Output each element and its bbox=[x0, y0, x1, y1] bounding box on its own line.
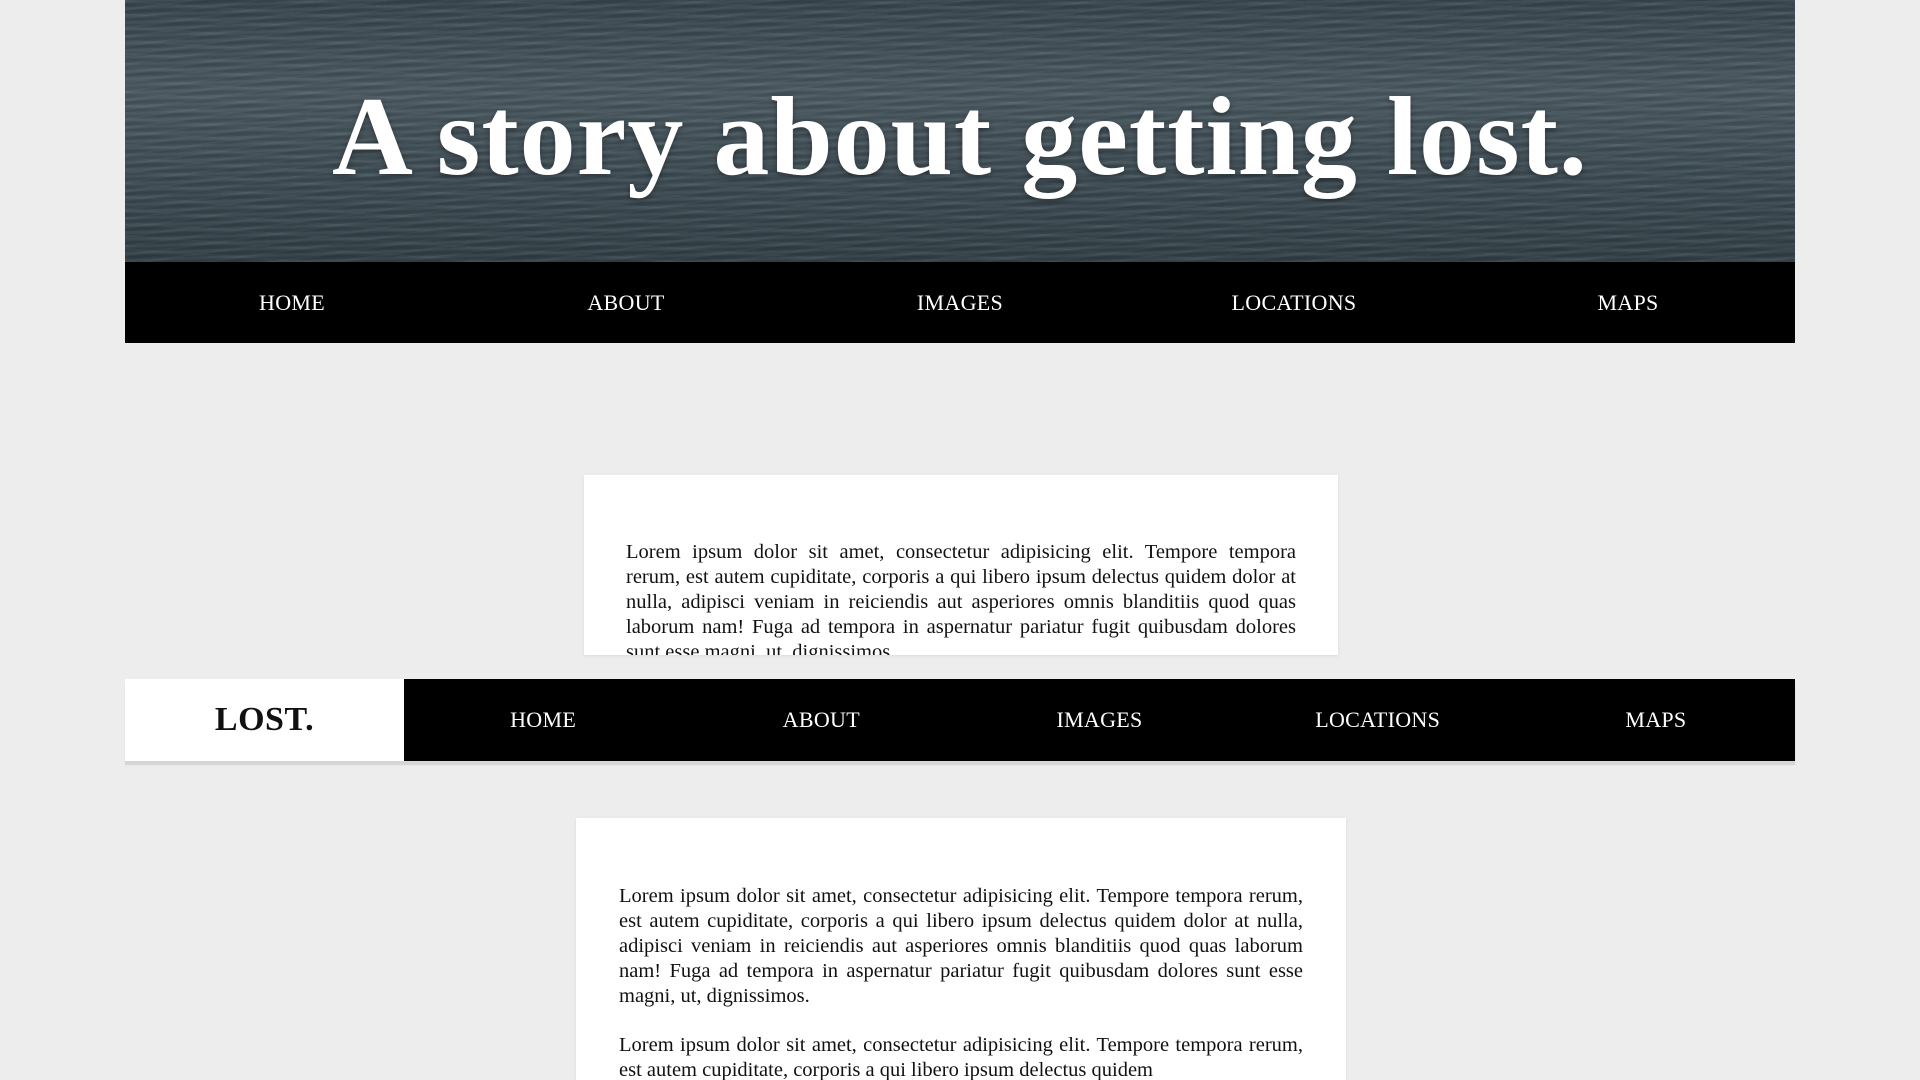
sticky-header-shadow bbox=[125, 761, 1795, 765]
top-nav-locations[interactable]: LOCATIONS bbox=[1127, 290, 1461, 316]
page: A story about getting lost. HOME ABOUT I… bbox=[0, 0, 1920, 1080]
card-paragraph: Lorem ipsum dolor sit amet, consectetur … bbox=[619, 885, 1303, 1007]
card-paragraph: Lorem ipsum dolor sit amet, consectetur … bbox=[619, 1034, 1303, 1080]
sticky-header: LOST. HOME ABOUT IMAGES LOCATIONS MAPS bbox=[125, 679, 1795, 761]
sticky-nav-home[interactable]: HOME bbox=[404, 707, 682, 733]
card-paragraph: Lorem ipsum dolor sit amet, consectetur … bbox=[626, 541, 1296, 655]
top-nav-about[interactable]: ABOUT bbox=[459, 290, 793, 316]
top-nav-home[interactable]: HOME bbox=[125, 290, 459, 316]
content-card-preview: Lorem ipsum dolor sit amet, consectetur … bbox=[584, 475, 1338, 655]
top-nav: HOME ABOUT IMAGES LOCATIONS MAPS bbox=[125, 262, 1795, 343]
brand-logo[interactable]: LOST. bbox=[125, 679, 404, 761]
hero-banner: A story about getting lost. bbox=[125, 0, 1795, 262]
sticky-nav-about[interactable]: ABOUT bbox=[682, 707, 960, 733]
hero-title: A story about getting lost. bbox=[332, 75, 1588, 200]
sticky-nav-locations[interactable]: LOCATIONS bbox=[1239, 707, 1517, 733]
top-nav-maps[interactable]: MAPS bbox=[1461, 290, 1795, 316]
sticky-nav-maps[interactable]: MAPS bbox=[1517, 707, 1795, 733]
content-card: Lorem ipsum dolor sit amet, consectetur … bbox=[576, 818, 1346, 1080]
sticky-nav-images[interactable]: IMAGES bbox=[960, 707, 1238, 733]
top-nav-images[interactable]: IMAGES bbox=[793, 290, 1127, 316]
sticky-nav: HOME ABOUT IMAGES LOCATIONS MAPS bbox=[404, 679, 1795, 761]
